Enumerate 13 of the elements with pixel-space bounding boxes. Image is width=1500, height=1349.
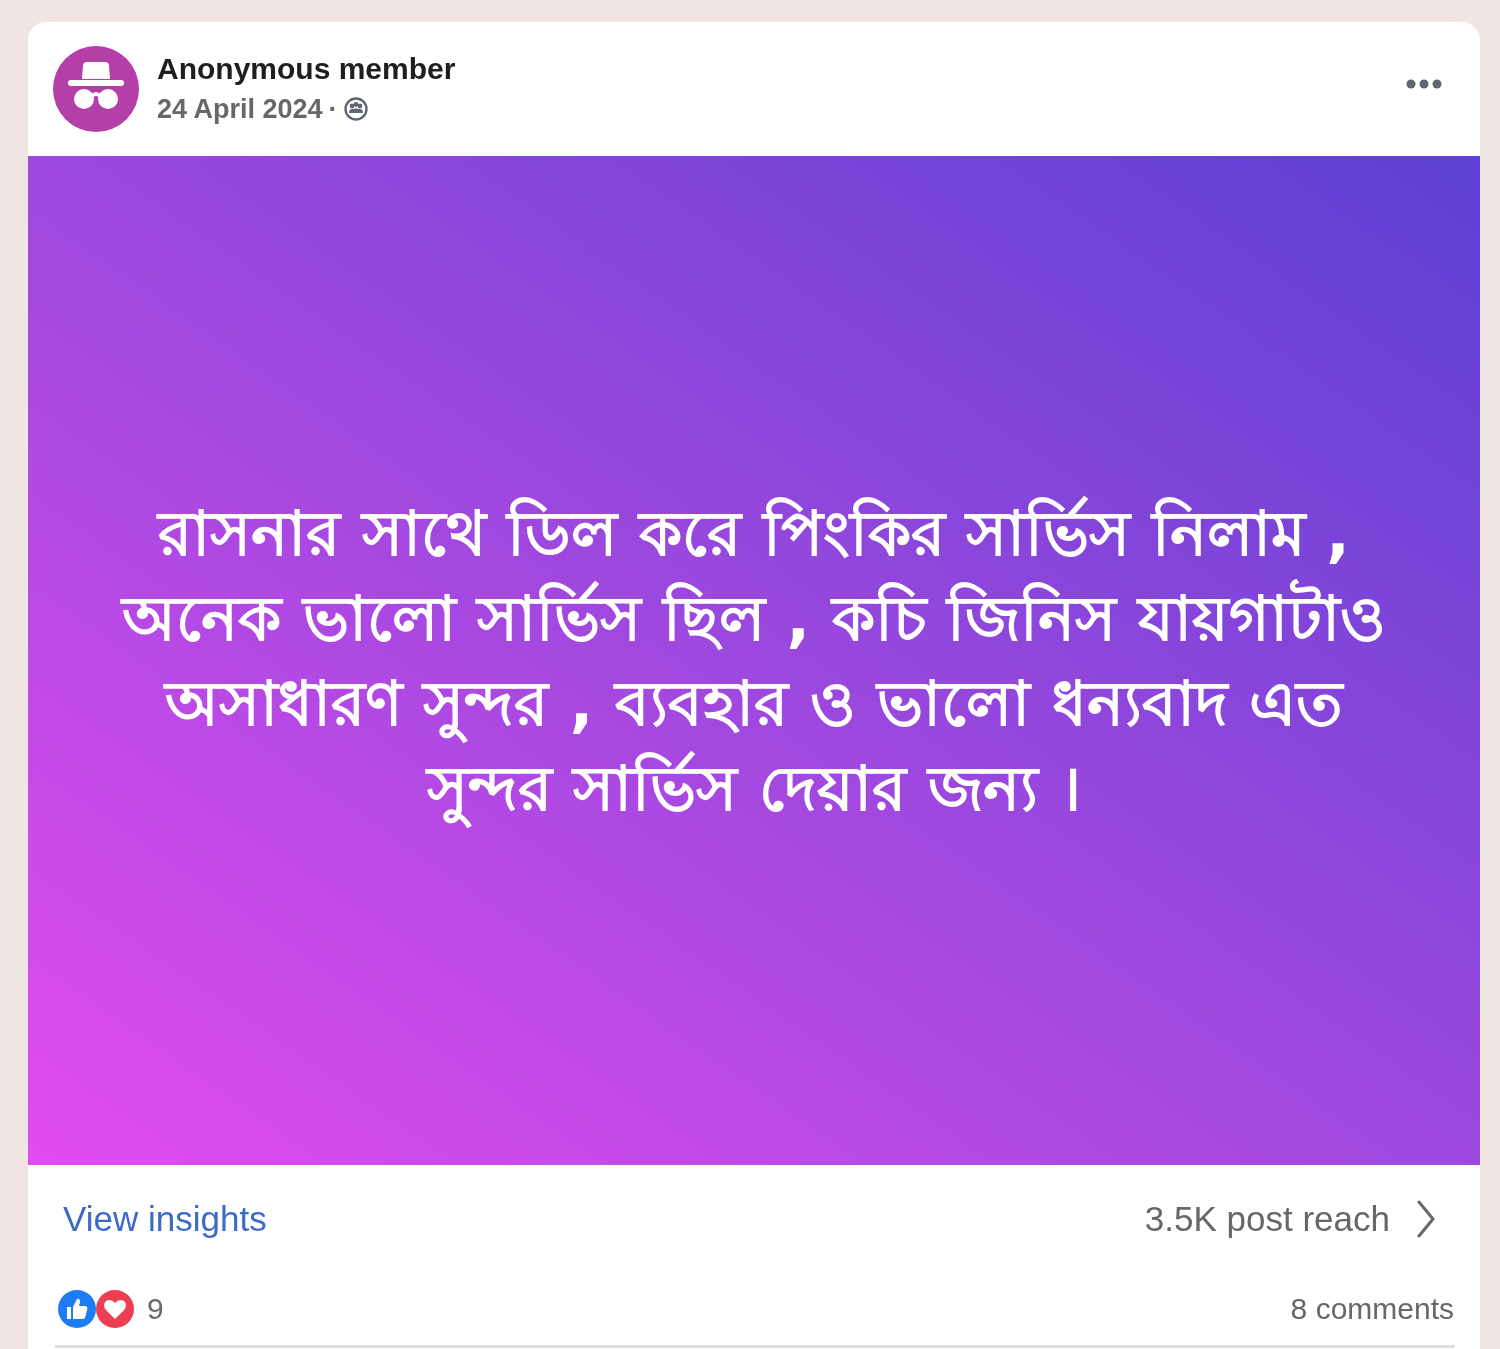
view-insights-link[interactable]: View insights xyxy=(63,1199,267,1239)
more-icon[interactable] xyxy=(1406,79,1442,89)
post-reach-link[interactable]: 3.5K post reach xyxy=(1144,1199,1390,1239)
incognito-avatar-icon[interactable] xyxy=(53,46,139,132)
comments-link[interactable]: 8 comments xyxy=(1290,1292,1454,1326)
reaction-count[interactable]: 9 xyxy=(147,1292,164,1326)
post-text: রাসনার সাথে ডিল করে পিংকির সার্ভিস নিলাম , অনেক ভালো সার্ভিস ছিল , কচি জিনিস যায়গাটাও অসাধারণ সুন্দর , ব্যবহার ও ভালো ধন্যবাদ এত সুন্দর সার্ভিস দেয়ার জন্য । xyxy=(94,490,1414,831)
separator-dot: · xyxy=(328,93,338,126)
like-icon[interactable] xyxy=(57,1289,97,1329)
chevron-right-icon[interactable] xyxy=(1416,1199,1436,1239)
post-date[interactable]: 24 April 2024 xyxy=(157,92,323,126)
author-name[interactable]: Anonymous member xyxy=(157,50,456,88)
group-icon xyxy=(343,97,368,121)
